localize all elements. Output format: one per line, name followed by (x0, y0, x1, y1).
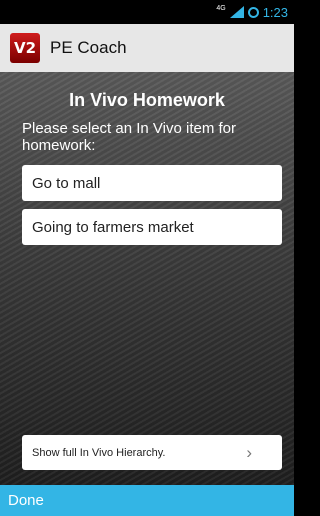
page-title: In Vivo Homework (69, 90, 225, 110)
sync-circle-icon (247, 6, 259, 18)
app-title: PE Coach (50, 38, 127, 57)
show-hierarchy-button[interactable]: Show full In Vivo Hierarchy. › (22, 435, 282, 470)
pe-coach-logo-icon[interactable]: V2 (10, 33, 40, 63)
network-type-label: 4G (216, 4, 226, 12)
app-screen: 4G 1:23 V2 PE Coach In Vivo Homework Ple… (0, 0, 294, 516)
chevron-right-icon: › (246, 443, 252, 462)
in-vivo-item-label: Going to farmers market (32, 218, 194, 236)
done-button[interactable]: Done (0, 485, 294, 516)
main-content: In Vivo Homework Please select an In Viv… (0, 72, 294, 485)
clock: 1:23 (262, 4, 288, 20)
instruction-text: Please select an In Vivo item for homewo… (22, 120, 236, 154)
in-vivo-item-label: Go to mall (32, 174, 101, 192)
app-bar: V2 PE Coach (0, 24, 294, 72)
in-vivo-item-farmers-market[interactable]: Going to farmers market (22, 209, 282, 245)
show-hierarchy-label: Show full In Vivo Hierarchy. (32, 446, 166, 459)
status-indicators: 4G 1:23 (216, 0, 288, 24)
status-bar: 4G 1:23 (0, 0, 294, 24)
signal-strength-icon (229, 6, 244, 18)
in-vivo-item-go-to-mall[interactable]: Go to mall (22, 165, 282, 201)
done-label: Done (8, 492, 44, 509)
